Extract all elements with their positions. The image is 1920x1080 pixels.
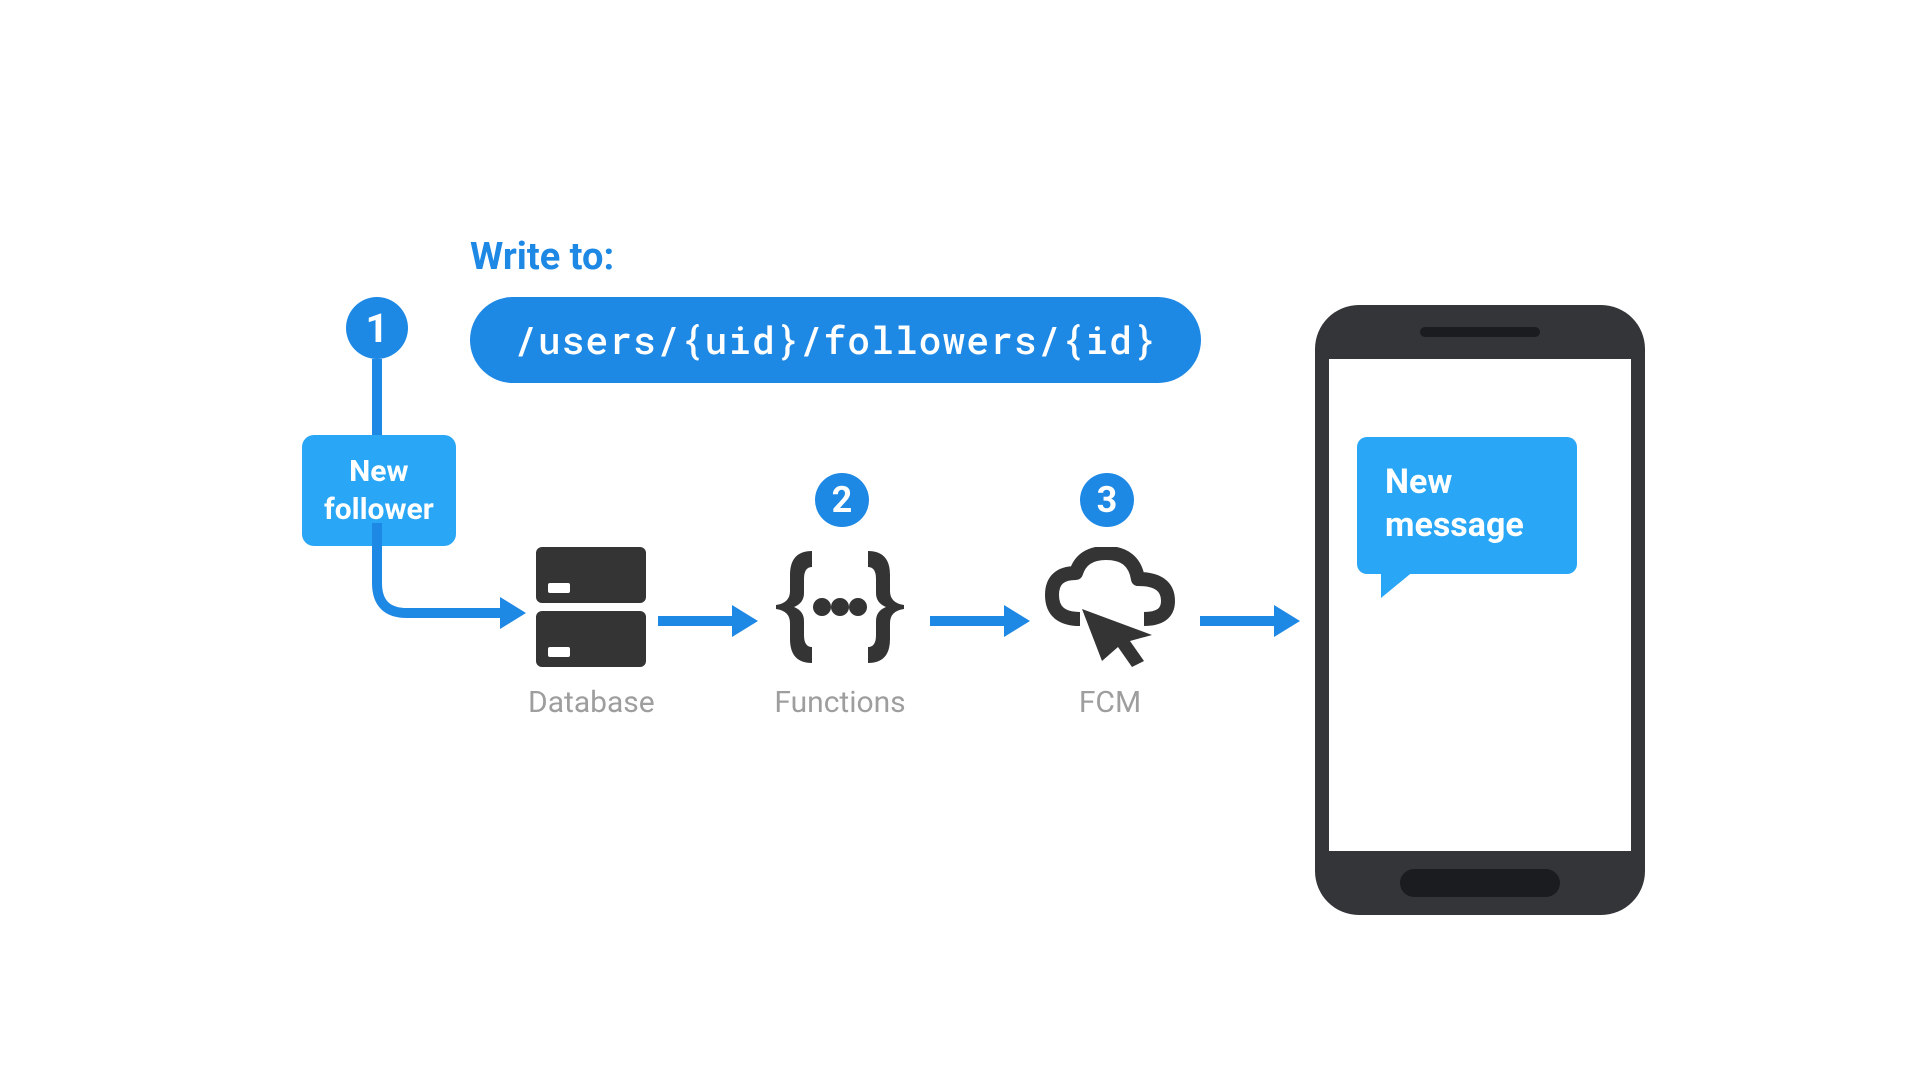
connector-line-1: [372, 359, 382, 437]
arrow-database-to-functions: [658, 605, 758, 637]
database-label: Database: [528, 685, 655, 720]
fcm-node: FCM: [1040, 547, 1180, 720]
functions-node: Functions: [770, 547, 910, 720]
functions-label: Functions: [774, 685, 905, 720]
phone-device: New message: [1315, 305, 1645, 915]
database-node: Database: [528, 547, 655, 720]
arrow-fcm-to-phone: [1200, 605, 1300, 637]
functions-icon: [770, 547, 910, 667]
curved-arrow-to-database: [360, 523, 530, 633]
step-badge-2: 2: [815, 473, 869, 527]
new-follower-line1: New: [324, 453, 434, 491]
fcm-icon: [1040, 547, 1180, 667]
diagram-canvas: Write to: /users/{uid}/followers/{id} 1 …: [240, 135, 1680, 945]
database-path-pill: /users/{uid}/followers/{id}: [470, 297, 1201, 383]
bubble-line2: message: [1385, 504, 1549, 547]
fcm-label: FCM: [1079, 685, 1141, 720]
arrow-functions-to-fcm: [930, 605, 1030, 637]
database-icon: [536, 547, 646, 667]
step-badge-1: 1: [346, 297, 408, 359]
notification-bubble: New message: [1357, 437, 1577, 574]
write-to-label: Write to:: [470, 235, 614, 279]
step-badge-3: 3: [1080, 473, 1134, 527]
phone-screen: New message: [1329, 359, 1631, 851]
bubble-line1: New: [1385, 461, 1549, 504]
